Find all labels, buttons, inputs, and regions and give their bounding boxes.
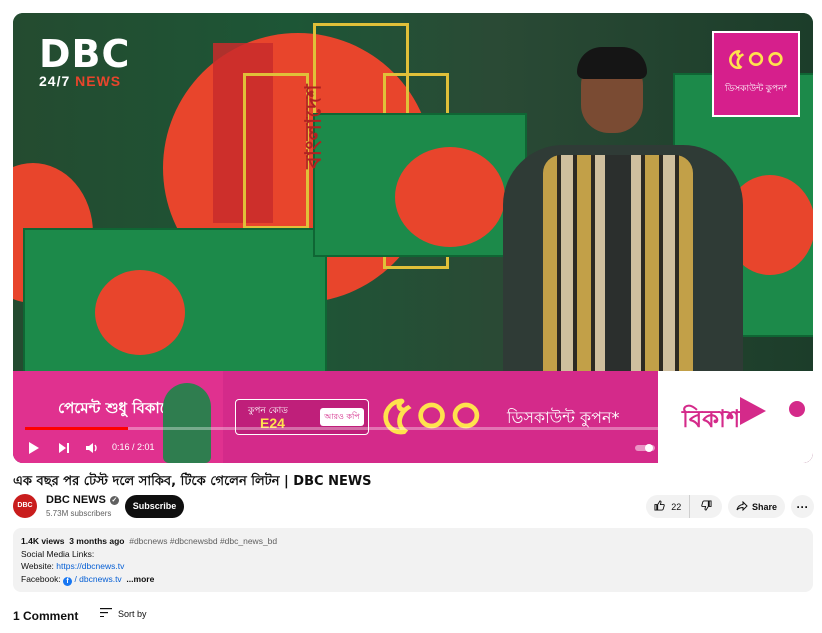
theater-icon[interactable]	[751, 439, 767, 457]
verified-icon: ✓	[109, 496, 119, 505]
autoplay-toggle[interactable]	[635, 439, 655, 457]
miniplayer-icon[interactable]	[721, 439, 737, 457]
more-actions-button[interactable]: ···	[791, 495, 814, 518]
channel-avatar[interactable]: DBC	[13, 494, 37, 518]
video-frame: বাংলাদেশ স্বাধীনতা DBC 24/7 NEWS ৫০০ ডিস…	[13, 13, 813, 463]
sort-label: Sort by	[118, 608, 147, 619]
subtitles-icon[interactable]	[663, 439, 679, 457]
website-link[interactable]: https://dbcnews.tv	[56, 561, 124, 571]
facebook-icon: f	[63, 577, 73, 586]
share-label: Share	[751, 501, 777, 512]
bkash-bird-icon	[740, 397, 766, 425]
play-icon[interactable]	[25, 439, 43, 457]
ad-copy-button: আরও কপি	[320, 408, 364, 426]
hashtags: #dbcnews #dbcnewsbd #dbc_news_bd	[129, 536, 278, 546]
thumbs-up-icon	[654, 500, 665, 513]
click-new-icon	[789, 401, 805, 417]
website-line: Website: https://dbcnews.tv	[21, 561, 125, 571]
subscriber-count: 5.73M subscribers	[46, 509, 112, 518]
time-display: 0:16 / 2:01	[112, 442, 155, 452]
like-dislike-group: 22	[646, 495, 722, 518]
settings-icon[interactable]	[693, 439, 709, 457]
description-box[interactable]: 1.4K views 3 months ago #dbcnews #dbcnew…	[13, 528, 813, 592]
sort-icon	[100, 608, 112, 619]
volume-icon[interactable]	[83, 439, 101, 457]
video-title: এক বছর পর টেস্ট দলে সাকিব, টিকে গেলেন লি…	[13, 474, 372, 489]
channel-watermark-logo: DBC 24/7 NEWS	[39, 32, 131, 89]
subscribe-button[interactable]: Subscribe	[125, 495, 184, 518]
next-icon[interactable]	[55, 439, 73, 457]
video-player[interactable]: বাংলাদেশ স্বাধীনতা DBC 24/7 NEWS ৫০০ ডিস…	[13, 13, 813, 463]
facebook-link[interactable]: f / dbcnews.tv	[63, 574, 122, 586]
comment-count: 1 Comment	[13, 609, 79, 623]
like-button[interactable]: 22	[646, 495, 691, 518]
share-button[interactable]: Share	[728, 495, 785, 518]
fullscreen-icon[interactable]	[781, 439, 797, 457]
progress-fill	[25, 427, 129, 430]
progress-bar[interactable]	[25, 427, 801, 430]
share-icon	[736, 500, 748, 513]
facebook-line: Facebook: f / dbcnews.tv ...more	[21, 574, 155, 586]
channel-name[interactable]: DBC NEWS ✓	[46, 494, 119, 506]
dislike-button[interactable]	[690, 500, 722, 513]
player-controls: 0:16 / 2:01	[13, 427, 813, 463]
sort-by-button[interactable]: Sort by	[100, 608, 147, 619]
show-more-link[interactable]: ...more	[126, 574, 154, 584]
like-count: 22	[671, 501, 682, 512]
video-meta: 1.4K views 3 months ago #dbcnews #dbcnew…	[21, 536, 278, 546]
presenter	[503, 33, 743, 395]
description-line: Social Media Links:	[21, 549, 95, 559]
thumbs-down-icon	[701, 500, 712, 513]
ad-payment-text: পেমেন্ট শুধু বিকাশে	[58, 399, 175, 417]
